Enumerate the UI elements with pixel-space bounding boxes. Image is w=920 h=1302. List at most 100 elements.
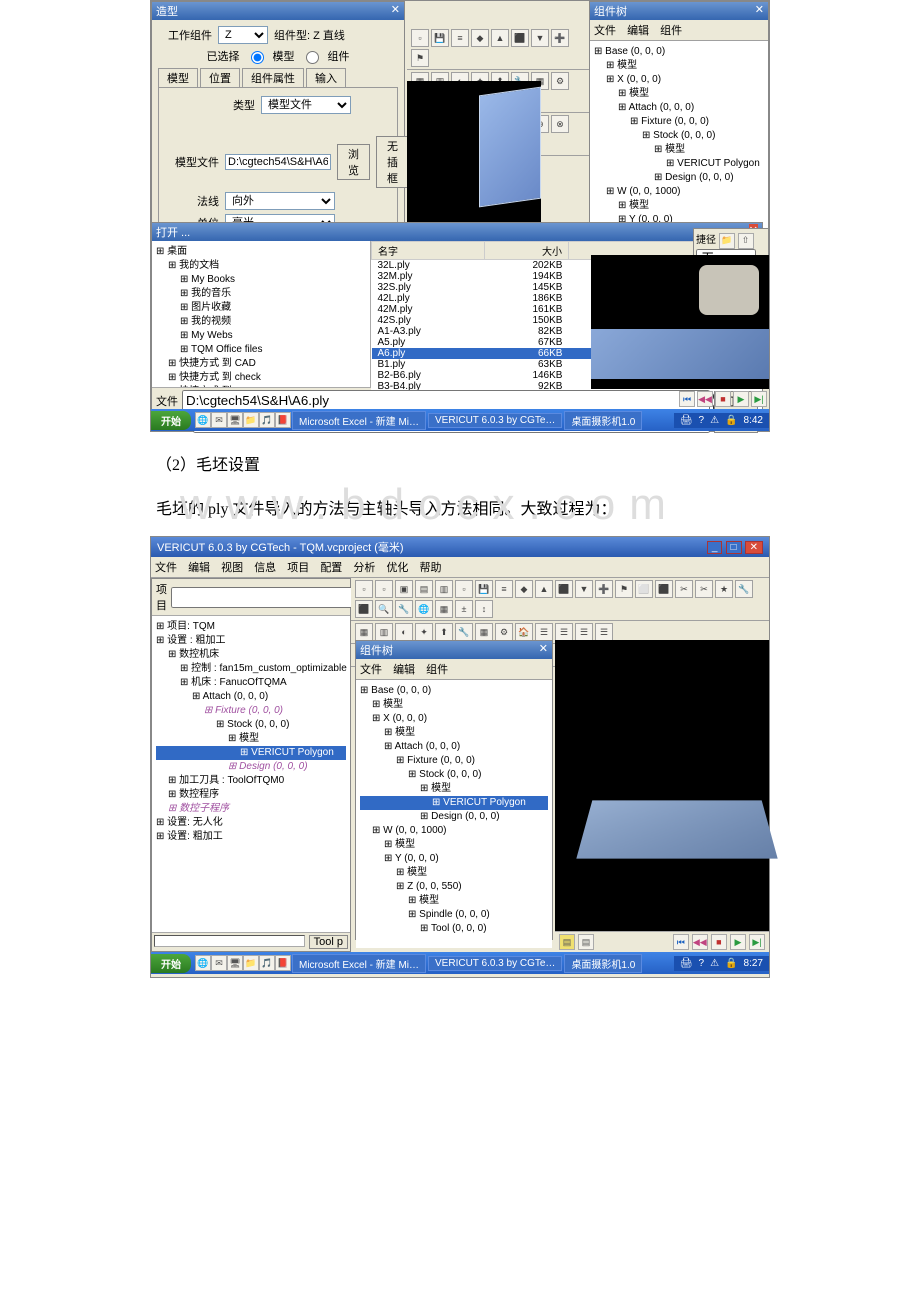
- icon[interactable]: ▫: [355, 580, 373, 598]
- tree-node[interactable]: ⊞ 模型: [360, 838, 548, 852]
- icon[interactable]: ◆: [471, 29, 489, 47]
- icon[interactable]: ➕: [595, 580, 613, 598]
- right-panel-tree[interactable]: ⊞ Base (0, 0, 0)⊞ 模型⊞ X (0, 0, 0)⊞ 模型⊞ A…: [590, 41, 768, 239]
- tray-icon[interactable]: ?: [699, 958, 705, 969]
- menu-config[interactable]: 配置: [320, 562, 342, 574]
- menu-info[interactable]: 信息: [254, 562, 276, 574]
- 3d-viewport[interactable]: [407, 81, 541, 222]
- tree-node[interactable]: ⊞ 模型: [360, 782, 548, 796]
- icon[interactable]: ⬛: [355, 600, 373, 618]
- tree-node[interactable]: ⊞ Tool (0, 0, 0): [360, 922, 548, 936]
- project-combo[interactable]: [171, 587, 356, 608]
- start-button[interactable]: 开始: [151, 954, 191, 973]
- tree-node[interactable]: ⊞ 模型: [360, 698, 548, 712]
- start-button[interactable]: 开始: [151, 411, 191, 430]
- tray-icon[interactable]: 🖨: [680, 958, 693, 969]
- radio-component[interactable]: [306, 51, 319, 64]
- icon[interactable]: ★: [715, 580, 733, 598]
- step-icon[interactable]: ▶|: [749, 934, 765, 950]
- tree-node[interactable]: ⊞ Design (0, 0, 0): [360, 810, 548, 824]
- radio-model[interactable]: [251, 51, 264, 64]
- normal-combo[interactable]: 向外: [225, 192, 335, 210]
- 3d-viewport-wide[interactable]: [591, 255, 769, 389]
- tree-node[interactable]: ⊞ 数控子程序: [156, 802, 346, 816]
- icon[interactable]: ✂: [695, 580, 713, 598]
- icon[interactable]: ☰: [595, 623, 613, 641]
- tree-node[interactable]: ⊞ Stock (0, 0, 0): [594, 129, 764, 143]
- close-icon[interactable]: ✕: [391, 3, 400, 19]
- menu-edit[interactable]: 编辑: [627, 25, 649, 37]
- task-excel[interactable]: Microsoft Excel - 新建 Mi…: [292, 411, 426, 430]
- icon[interactable]: ⊗: [551, 115, 569, 133]
- tab-model[interactable]: 模型: [158, 68, 198, 87]
- tree-node[interactable]: ⊞ 模型: [360, 894, 548, 908]
- menu-project[interactable]: 项目: [287, 562, 309, 574]
- rewind-icon[interactable]: ◀◀: [697, 391, 713, 407]
- tree-node[interactable]: ⊞ 我的音乐: [156, 287, 366, 301]
- status-icon[interactable]: ▤: [578, 934, 594, 950]
- menu-edit[interactable]: 编辑: [188, 562, 210, 574]
- workpiece-combo[interactable]: Z: [218, 26, 268, 44]
- icon[interactable]: ▥: [435, 580, 453, 598]
- tab-input[interactable]: 输入: [306, 68, 346, 87]
- icon[interactable]: ⚑: [411, 49, 429, 67]
- tray-icon[interactable]: ⚠: [710, 958, 719, 969]
- icon[interactable]: ☰: [555, 623, 573, 641]
- play-icon[interactable]: ▶: [733, 391, 749, 407]
- browse-button[interactable]: 浏览: [337, 144, 370, 180]
- quicklaunch-icon[interactable]: 🎵: [259, 955, 275, 971]
- icon[interactable]: ▲: [491, 29, 509, 47]
- quicklaunch-icon[interactable]: 📁: [243, 955, 259, 971]
- tree-node[interactable]: ⊞ 机床 : FanucOfTQMA: [156, 676, 346, 690]
- icon[interactable]: 🌐: [415, 600, 433, 618]
- tree-node[interactable]: ⊞ Attach (0, 0, 0): [360, 740, 548, 754]
- rewind-icon[interactable]: ◀◀: [692, 934, 708, 950]
- rewind-start-icon[interactable]: ⏮: [679, 391, 695, 407]
- icon[interactable]: ▼: [531, 29, 549, 47]
- tree-node[interactable]: ⊞ 模型: [594, 199, 764, 213]
- tree-node[interactable]: ⊞ My Books: [156, 273, 366, 287]
- tree-node[interactable]: ⊞ X (0, 0, 0): [360, 712, 548, 726]
- tree-node[interactable]: ⊞ 模型: [360, 866, 548, 880]
- icon[interactable]: ➕: [551, 29, 569, 47]
- icon[interactable]: ▦: [355, 623, 373, 641]
- icon[interactable]: ⬜: [635, 580, 653, 598]
- tree-icon[interactable]: ≡: [451, 29, 469, 47]
- tree-node[interactable]: ⊞ 加工刀具 : ToolOfTQM0: [156, 774, 346, 788]
- tray-icon[interactable]: 🔒: [725, 958, 737, 969]
- task-vericut[interactable]: VERICUT 6.0.3 by CGTe…: [428, 956, 562, 971]
- icon[interactable]: ↕: [475, 600, 493, 618]
- tree-node[interactable]: ⊞ 我的文档: [156, 259, 366, 273]
- icon[interactable]: ▣: [395, 580, 413, 598]
- tree-node[interactable]: ⊞ 快捷方式 到 check: [156, 371, 366, 385]
- icon[interactable]: 🏠: [515, 623, 533, 641]
- tree-node[interactable]: ⊞ W (0, 0, 1000): [360, 824, 548, 838]
- quicklaunch-icon[interactable]: 🖥: [227, 955, 243, 971]
- icon[interactable]: 🔍: [375, 600, 393, 618]
- play-icon[interactable]: ▶: [730, 934, 746, 950]
- tree-node[interactable]: ⊞ Design (0, 0, 0): [594, 171, 764, 185]
- tree-node[interactable]: ⊞ TQM Office files: [156, 343, 366, 357]
- menu-edit[interactable]: 编辑: [393, 664, 415, 676]
- tree-node[interactable]: ⊞ 快捷方式 到 SHARE: [156, 385, 366, 387]
- menu-file[interactable]: 文件: [360, 664, 382, 676]
- icon[interactable]: ⚑: [615, 580, 633, 598]
- mid-panel-tree[interactable]: ⊞ Base (0, 0, 0)⊞ 模型⊞ X (0, 0, 0)⊞ 模型⊞ A…: [356, 680, 552, 948]
- icon[interactable]: ⚙: [551, 72, 569, 90]
- tree-node[interactable]: ⊞ 快捷方式 到 CAD: [156, 357, 366, 371]
- close-icon[interactable]: ✕: [745, 541, 763, 554]
- tree-node[interactable]: ⊞ Stock (0, 0, 0): [360, 768, 548, 782]
- folder-tree[interactable]: ⊞ 桌面⊞ 我的文档⊞ My Books⊞ 我的音乐⊞ 图片收藏⊞ 我的视频⊞ …: [152, 241, 371, 387]
- stop-icon[interactable]: ■: [711, 934, 727, 950]
- icon[interactable]: ⬛: [555, 580, 573, 598]
- tree-node[interactable]: ⊞ Design (0, 0, 0): [156, 760, 346, 774]
- tree-node[interactable]: ⊞ Y (0, 0, 0): [360, 852, 548, 866]
- task-camera[interactable]: 桌面摄影机1.0: [564, 411, 642, 430]
- icon[interactable]: ▫: [455, 580, 473, 598]
- tree-node[interactable]: ⊞ 模型: [594, 143, 764, 157]
- task-excel[interactable]: Microsoft Excel - 新建 Mi…: [292, 954, 426, 973]
- icon[interactable]: ▫: [375, 580, 393, 598]
- tree-node[interactable]: ⊞ VERICUT Polygon: [360, 796, 548, 810]
- quicklaunch-icon[interactable]: 🌐: [195, 955, 211, 971]
- model-file-input[interactable]: [225, 154, 331, 170]
